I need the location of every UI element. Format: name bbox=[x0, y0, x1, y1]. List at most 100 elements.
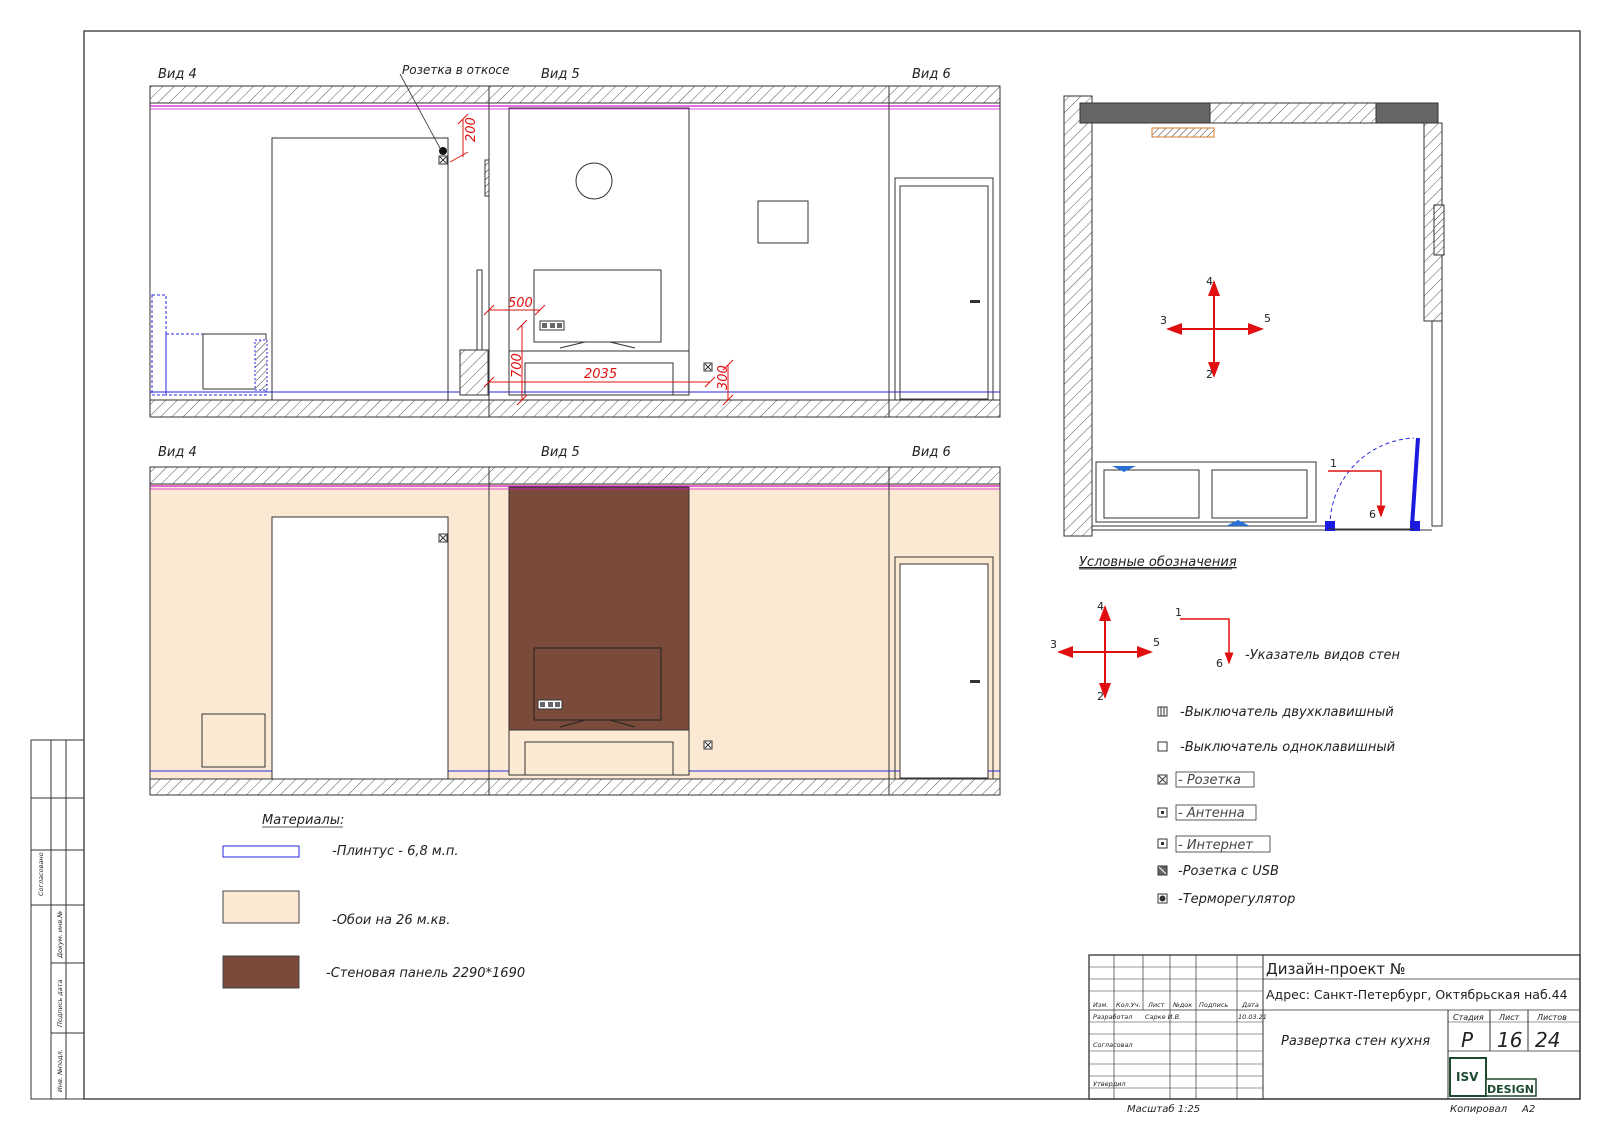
legend-arrow-5: 5 bbox=[1153, 636, 1160, 649]
side-stamp: Согласовано Докум. инв.№ Подпись дата Ин… bbox=[30, 739, 85, 1100]
legend: Условные обозначения 4 3 5 2 1 6 -Указат… bbox=[1050, 555, 1401, 907]
legend-item-2: - Розетка bbox=[1178, 773, 1241, 788]
plan-arrow-1: 1 bbox=[1330, 457, 1337, 470]
legend-item-1: -Выключатель одноклавишный bbox=[1180, 740, 1395, 755]
tb-sheets-label: Листов bbox=[1536, 1013, 1567, 1022]
material-swatch-panel bbox=[222, 955, 300, 989]
tb-agreed: Согласовал bbox=[1093, 1041, 1133, 1049]
floor-slab bbox=[149, 399, 1001, 418]
double-switch-icon bbox=[1157, 706, 1168, 717]
legend-arrow-3: 3 bbox=[1050, 638, 1057, 651]
plan-arrow-5: 5 bbox=[1264, 312, 1271, 325]
tb-h-kol: Кол.Уч. bbox=[1116, 1001, 1141, 1009]
materials-title: Материалы: bbox=[262, 813, 344, 828]
title-block: Изм. Кол.Уч. Лист №док Подпись Дата Разр… bbox=[1088, 954, 1581, 1115]
media-sockets bbox=[539, 320, 565, 331]
elevation-bottom: Вид 4 Вид 5 Вид 6 bbox=[149, 445, 1001, 796]
elev-bottom-view5-label: Вид 5 bbox=[541, 445, 580, 460]
tb-scale: Масштаб 1:25 bbox=[1127, 1103, 1200, 1115]
plan-view-arrows: 4 3 5 2 1 6 bbox=[1160, 275, 1386, 521]
legend-arrow-1: 1 bbox=[1175, 606, 1182, 619]
plan-arrow-2: 2 bbox=[1206, 368, 1213, 381]
floor-plan: 4 3 5 2 1 6 bbox=[1063, 95, 1445, 537]
single-switch-icon bbox=[1157, 741, 1168, 752]
tb-h-ndoc: №док bbox=[1172, 1001, 1192, 1009]
stamp-inv: Инв. №подл. bbox=[56, 1049, 64, 1092]
legend-view-pointer: -Указатель видов стен bbox=[1245, 648, 1401, 663]
drawing-canvas: Согласовано Докум. инв.№ Подпись дата Ин… bbox=[30, 30, 1581, 1115]
floor-slab-2 bbox=[149, 778, 1001, 796]
tb-approved: Утвердил bbox=[1093, 1080, 1126, 1088]
legend-arrow-6: 6 bbox=[1216, 657, 1223, 670]
elev-bottom-view4-label: Вид 4 bbox=[158, 445, 197, 460]
tv-console-2 bbox=[508, 729, 690, 776]
wall-clock bbox=[575, 162, 613, 200]
elevation-top: Вид 4 Вид 5 Вид 6 Розетка в откосе 200 5… bbox=[149, 63, 1001, 418]
legend-item-0: -Выключатель двухклавишный bbox=[1180, 705, 1394, 720]
tb-date: 10.03.21 bbox=[1238, 1013, 1267, 1021]
material-swatch-wallpaper bbox=[222, 890, 300, 924]
tb-stage: Р bbox=[1461, 1028, 1474, 1052]
plan-wall-top bbox=[1209, 102, 1377, 124]
dim-500: 500 bbox=[508, 296, 533, 311]
tb-stage-label: Стадия bbox=[1453, 1013, 1484, 1022]
picture-frame bbox=[757, 200, 809, 244]
wall-panel bbox=[508, 486, 690, 731]
socket-slope-note: Розетка в откосе bbox=[402, 63, 510, 77]
tb-sheets: 24 bbox=[1535, 1028, 1560, 1052]
ceiling-slab bbox=[149, 85, 1001, 104]
elev-bottom-view6-label: Вид 6 bbox=[912, 445, 951, 460]
isv-design-logo: ISV DESIGN bbox=[1449, 1057, 1537, 1097]
logo-isv: ISV bbox=[1456, 1070, 1479, 1084]
dim-300: 300 bbox=[716, 365, 731, 390]
material-label-2: -Стеновая панель 2290*1690 bbox=[326, 966, 525, 981]
plan-arrow-6: 6 bbox=[1369, 508, 1376, 521]
material-label-1: -Обои на 26 м.кв. bbox=[332, 913, 450, 928]
antenna-icon bbox=[1157, 807, 1168, 818]
usb-socket-icon bbox=[1157, 865, 1168, 876]
elev-top-view5-label: Вид 5 bbox=[541, 67, 580, 82]
tb-address: Адрес: Санкт-Петербург, Октябрьская наб.… bbox=[1266, 987, 1568, 1002]
sofa bbox=[165, 333, 267, 396]
tb-copied: Копировал bbox=[1450, 1104, 1508, 1115]
tb-sheet-title: Развертка стен кухня bbox=[1281, 1034, 1430, 1049]
tb-format: А2 bbox=[1521, 1104, 1535, 1115]
door-leaf-2 bbox=[899, 563, 989, 779]
door-frame bbox=[894, 177, 994, 401]
dim-2035: 2035 bbox=[584, 367, 617, 382]
tb-project: Дизайн-проект № bbox=[1266, 960, 1406, 978]
materials: Материалы: -Плинтус - 6,8 м.п. -Обои на … bbox=[222, 813, 525, 989]
logo-design: DESIGN bbox=[1487, 1083, 1534, 1096]
legend-item-6: -Терморегулятор bbox=[1178, 892, 1295, 907]
wide-doorway bbox=[271, 137, 449, 401]
stamp-agreed: Согласовано bbox=[37, 852, 45, 896]
elev-top-view6-label: Вид 6 bbox=[912, 67, 951, 82]
wide-doorway-2 bbox=[271, 516, 449, 780]
legend-item-5: -Розетка с USB bbox=[1178, 864, 1279, 879]
plan-arrow-3: 3 bbox=[1160, 314, 1167, 327]
tb-sheet: 16 bbox=[1497, 1028, 1522, 1052]
tv bbox=[533, 269, 662, 343]
material-label-0: -Плинтус - 6,8 м.п. bbox=[332, 844, 458, 859]
socket-icon bbox=[1157, 774, 1168, 785]
plan-wall-left bbox=[1063, 95, 1093, 537]
plan-cabinet-right bbox=[1211, 469, 1308, 519]
dim-700: 700 bbox=[510, 353, 525, 378]
tb-h-podp: Подпись bbox=[1199, 1001, 1228, 1009]
elev-top-view4-label: Вид 4 bbox=[158, 67, 197, 82]
stamp-sign: Подпись дата bbox=[56, 979, 64, 1027]
thermostat-icon bbox=[1157, 893, 1168, 904]
tb-developed: Разработал bbox=[1093, 1013, 1132, 1021]
plan-arrow-4: 4 bbox=[1206, 275, 1213, 288]
tb-developer: Сарке И.В. bbox=[1145, 1013, 1181, 1021]
media-sockets-2 bbox=[537, 699, 563, 710]
door-leaf bbox=[899, 185, 989, 400]
plan-cabinet-left bbox=[1103, 469, 1200, 519]
tb-sheet-label: Лист bbox=[1498, 1013, 1520, 1022]
ceiling-slab-2 bbox=[149, 466, 1001, 485]
tb-h-list: Лист bbox=[1147, 1001, 1165, 1009]
legend-arrow-2: 2 bbox=[1097, 690, 1104, 703]
stamp-doc: Докум. инв.№ bbox=[56, 911, 64, 959]
material-swatch-plinth bbox=[222, 845, 300, 858]
tb-h-data: Дата bbox=[1241, 1001, 1259, 1009]
